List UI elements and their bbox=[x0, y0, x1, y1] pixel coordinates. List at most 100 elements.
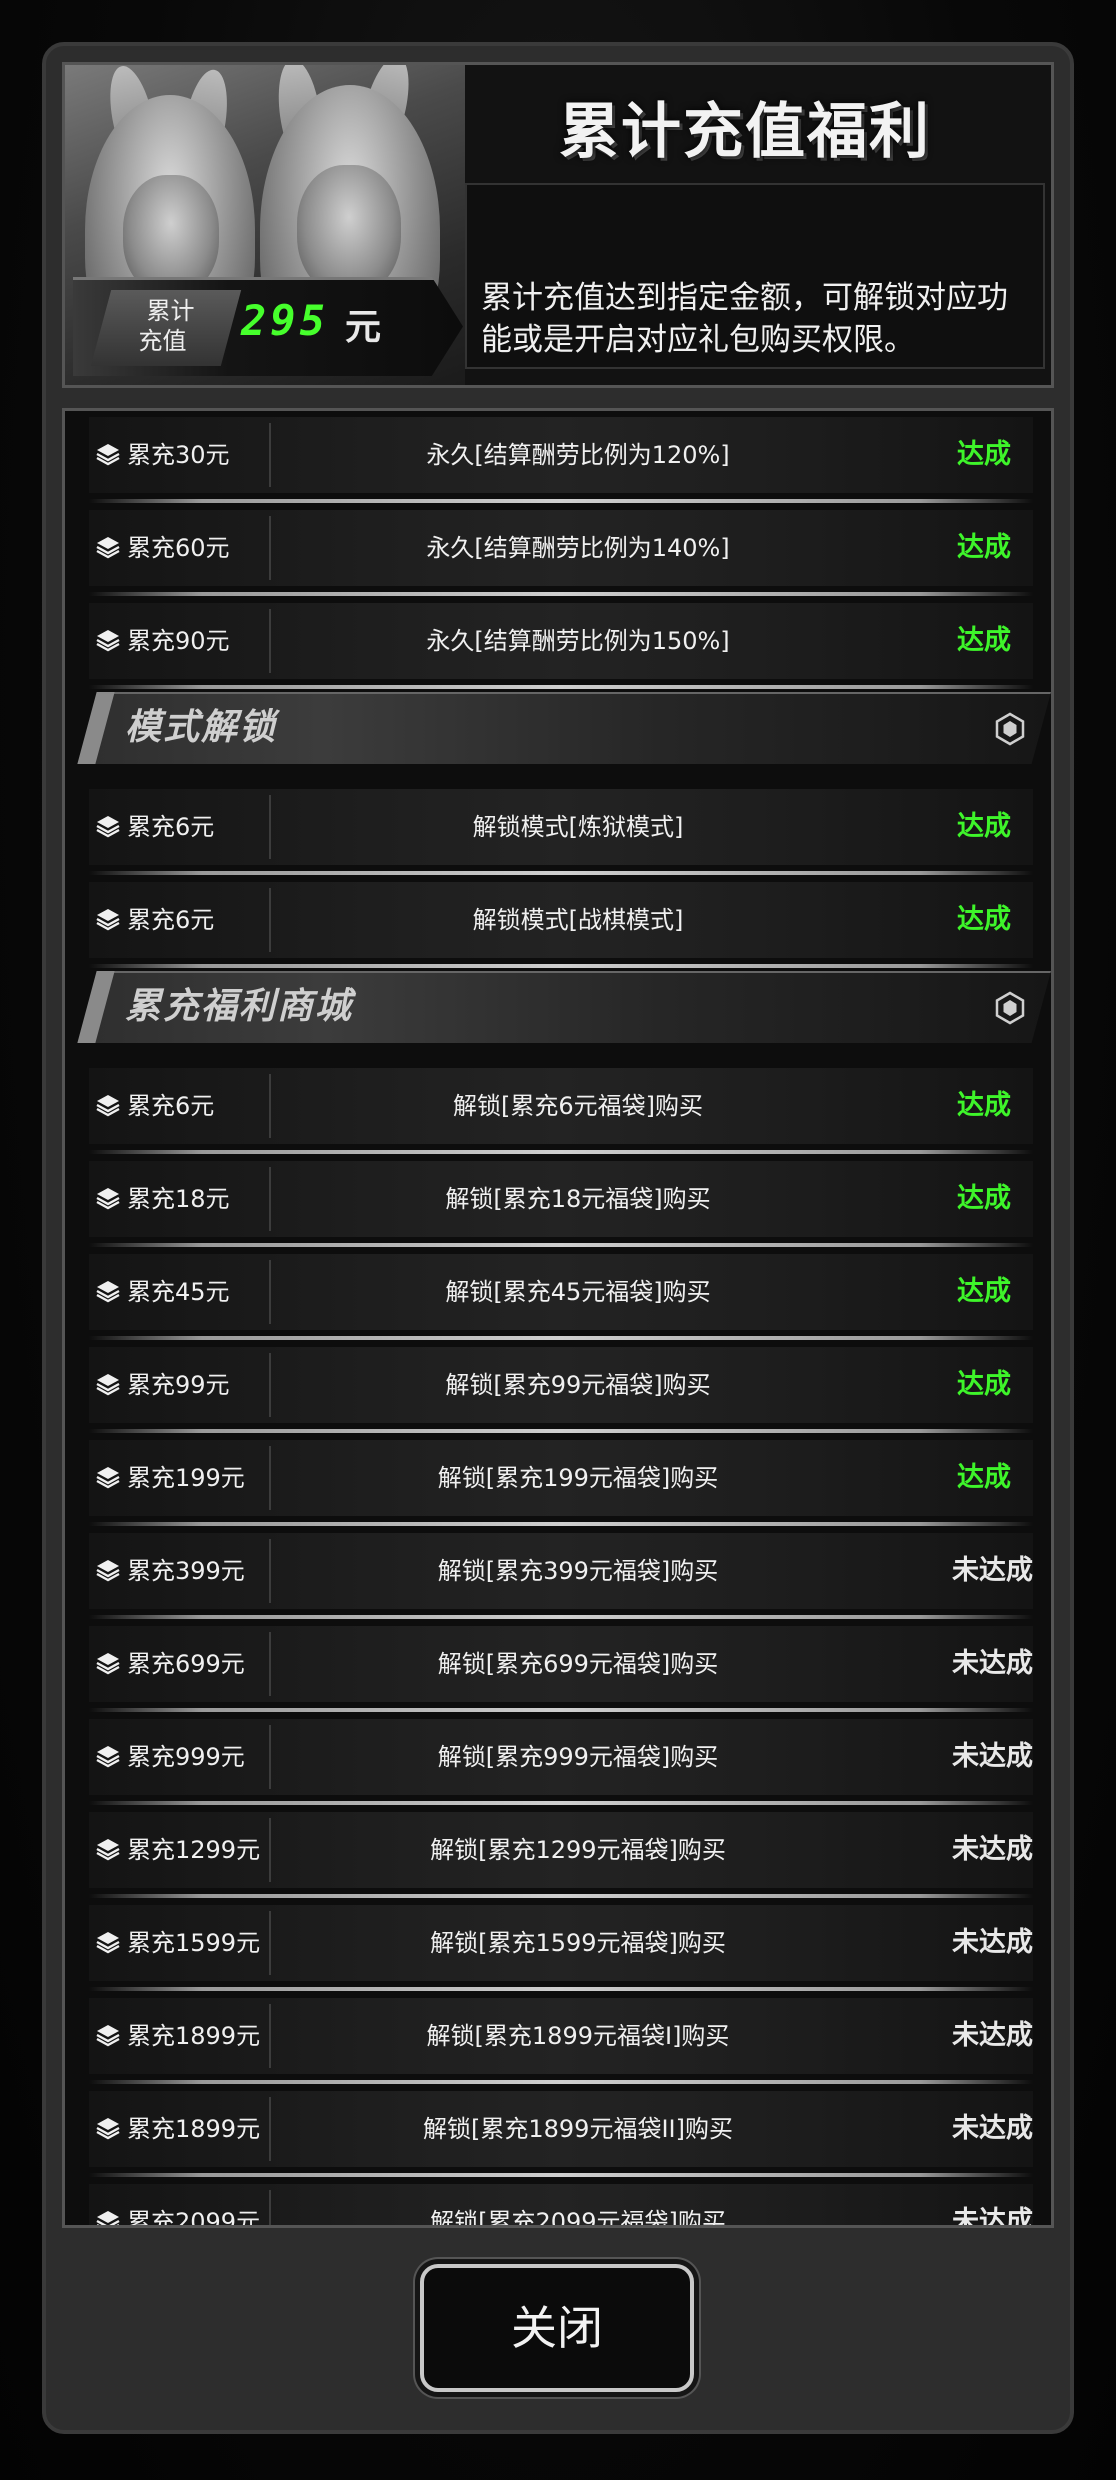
divider bbox=[269, 1074, 271, 1138]
status-badge: 达成 bbox=[957, 1369, 1011, 1400]
requirement-label: 累充6元 bbox=[127, 1092, 215, 1120]
background: 累计 充值 295 元 累计充值福利 累计充值达到指定金额，可解锁对应功能或是开… bbox=[0, 0, 1116, 2480]
reward-row: 累充6元 解锁[累充6元福袋]购买 达成 bbox=[89, 1068, 1033, 1154]
layers-icon bbox=[95, 813, 121, 839]
reward-list[interactable]: 累充30元 永久[结算酬劳比例为120%] 达成 累充60元 永久[结算酬劳比例为140… bbox=[62, 408, 1054, 2228]
divider bbox=[269, 516, 271, 580]
description-box: 累计充值达到指定金额，可解锁对应功能或是开启对应礼包购买权限。 bbox=[465, 183, 1045, 369]
requirement-label: 累充2099元 bbox=[127, 2208, 261, 2228]
status-badge: 达成 bbox=[957, 439, 1011, 470]
reward-row: 累充6元 解锁模式[战棋模式] 达成 bbox=[89, 882, 1033, 968]
divider bbox=[269, 1632, 271, 1696]
reward-row: 累充90元 永久[结算酬劳比例为150%] 达成 bbox=[89, 603, 1033, 689]
layers-icon bbox=[95, 1278, 121, 1304]
hexagon-icon[interactable] bbox=[993, 991, 1027, 1025]
divider bbox=[269, 1911, 271, 1975]
reward-description: 解锁[累充199元福袋]购买 bbox=[437, 1464, 719, 1492]
layers-icon bbox=[95, 2022, 121, 2048]
status-badge: 达成 bbox=[957, 811, 1011, 842]
total-label-line1: 累计 bbox=[146, 297, 195, 325]
reward-description: 解锁模式[炼狱模式] bbox=[472, 813, 684, 841]
close-button[interactable]: 关闭 bbox=[420, 2264, 694, 2392]
layers-icon bbox=[95, 627, 121, 653]
section-title: 模式解锁 bbox=[125, 707, 278, 748]
layers-icon bbox=[95, 2208, 121, 2225]
status-badge: 未达成 bbox=[952, 2113, 1033, 2144]
requirement-label: 累充1899元 bbox=[127, 2115, 261, 2143]
divider bbox=[269, 609, 271, 673]
divider bbox=[269, 2097, 271, 2161]
status-badge: 未达成 bbox=[952, 2206, 1033, 2228]
reward-description: 解锁[累充45元福袋]购买 bbox=[445, 1278, 711, 1306]
divider bbox=[269, 1539, 271, 1603]
layers-icon bbox=[95, 1557, 121, 1583]
divider bbox=[269, 2004, 271, 2068]
requirement-label: 累充199元 bbox=[127, 1464, 245, 1492]
reward-row: 累充1299元 解锁[累充1299元福袋]购买 未达成 bbox=[89, 1812, 1033, 1898]
status-badge: 达成 bbox=[957, 625, 1011, 656]
reward-description: 永久[结算酬劳比例为140%] bbox=[426, 534, 730, 562]
divider bbox=[269, 1167, 271, 1231]
reward-row: 累充699元 解锁[累充699元福袋]购买 未达成 bbox=[89, 1626, 1033, 1712]
divider bbox=[269, 795, 271, 859]
requirement-label: 累充90元 bbox=[127, 627, 230, 655]
reward-description: 解锁[累充1899元福袋II]购买 bbox=[423, 2115, 733, 2143]
divider bbox=[269, 888, 271, 952]
face-right bbox=[297, 165, 401, 295]
requirement-label: 累充699元 bbox=[127, 1650, 245, 1678]
divider bbox=[269, 1818, 271, 1882]
reward-row: 累充2099元 解锁[累充2099元福袋]购买 未达成 bbox=[89, 2184, 1033, 2228]
reward-description: 永久[结算酬劳比例为120%] bbox=[426, 441, 730, 469]
layers-icon bbox=[95, 906, 121, 932]
reward-description: 解锁[累充1599元福袋]购买 bbox=[430, 1929, 726, 1957]
status-badge: 达成 bbox=[957, 1183, 1011, 1214]
status-badge: 未达成 bbox=[952, 1834, 1033, 1865]
reward-description: 解锁[累充699元福袋]购买 bbox=[437, 1650, 719, 1678]
reward-row: 累充1899元 解锁[累充1899元福袋II]购买 未达成 bbox=[89, 2091, 1033, 2177]
layers-icon bbox=[95, 2115, 121, 2141]
page-title: 累计充值福利 bbox=[559, 97, 931, 167]
reward-row: 累充60元 永久[结算酬劳比例为140%] 达成 bbox=[89, 510, 1033, 596]
reward-row: 累充199元 解锁[累充199元福袋]购买 达成 bbox=[89, 1440, 1033, 1526]
requirement-label: 累充6元 bbox=[127, 906, 215, 934]
reward-row: 累充999元 解锁[累充999元福袋]购买 未达成 bbox=[89, 1719, 1033, 1805]
requirement-label: 累充6元 bbox=[127, 813, 215, 841]
section-header: 累充福利商城 bbox=[77, 971, 1051, 1043]
divider bbox=[269, 1260, 271, 1324]
layers-icon bbox=[95, 534, 121, 560]
section-title: 累充福利商城 bbox=[125, 986, 354, 1027]
requirement-label: 累充999元 bbox=[127, 1743, 245, 1771]
reward-row: 累充1899元 解锁[累充1899元福袋I]购买 未达成 bbox=[89, 1998, 1033, 2084]
requirement-label: 累充1299元 bbox=[127, 1836, 261, 1864]
requirement-label: 累充99元 bbox=[127, 1371, 230, 1399]
reward-description: 解锁[累充2099元福袋]购买 bbox=[430, 2208, 726, 2228]
status-badge: 达成 bbox=[957, 1462, 1011, 1493]
layers-icon bbox=[95, 1464, 121, 1490]
reward-row: 累充45元 解锁[累充45元福袋]购买 达成 bbox=[89, 1254, 1033, 1340]
total-recharge-unit: 元 bbox=[345, 307, 382, 348]
status-badge: 未达成 bbox=[952, 1648, 1033, 1679]
layers-icon bbox=[95, 1371, 121, 1397]
reward-row: 累充99元 解锁[累充99元福袋]购买 达成 bbox=[89, 1347, 1033, 1433]
reward-row: 累充1599元 解锁[累充1599元福袋]购买 未达成 bbox=[89, 1905, 1033, 1991]
requirement-label: 累充18元 bbox=[127, 1185, 230, 1213]
layers-icon bbox=[95, 1929, 121, 1955]
layers-icon bbox=[95, 1650, 121, 1676]
reward-description: 解锁模式[战棋模式] bbox=[472, 906, 684, 934]
reward-description: 解锁[累充1899元福袋I]购买 bbox=[426, 2022, 730, 2050]
requirement-label: 累充1599元 bbox=[127, 1929, 261, 1957]
status-badge: 未达成 bbox=[952, 1741, 1033, 1772]
status-badge: 未达成 bbox=[952, 1927, 1033, 1958]
reward-row: 累充6元 解锁模式[炼狱模式] 达成 bbox=[89, 789, 1033, 875]
reward-row: 累充399元 解锁[累充399元福袋]购买 未达成 bbox=[89, 1533, 1033, 1619]
divider bbox=[269, 423, 271, 487]
reward-row: 累充30元 永久[结算酬劳比例为120%] 达成 bbox=[89, 417, 1033, 503]
description-text: 累计充值达到指定金额，可解锁对应功能或是开启对应礼包购买权限。 bbox=[481, 280, 1008, 358]
reward-description: 解锁[累充6元福袋]购买 bbox=[453, 1092, 703, 1120]
divider bbox=[269, 1353, 271, 1417]
characters-portrait: 累计 充值 295 元 bbox=[65, 65, 465, 385]
layers-icon bbox=[95, 1092, 121, 1118]
hexagon-icon[interactable] bbox=[993, 712, 1027, 746]
reward-description: 解锁[累充1299元福袋]购买 bbox=[430, 1836, 726, 1864]
dialog-header: 累计 充值 295 元 累计充值福利 累计充值达到指定金额，可解锁对应功能或是开… bbox=[62, 62, 1054, 388]
